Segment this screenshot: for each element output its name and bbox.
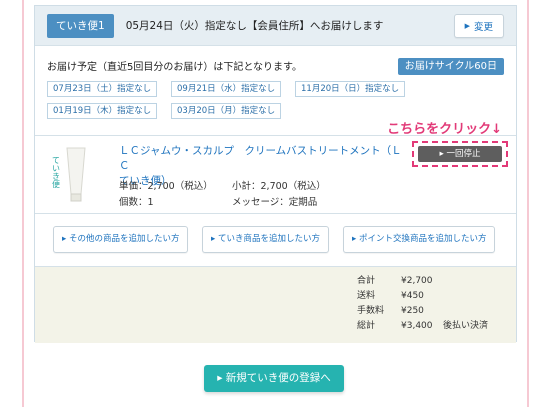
quantity: 個数：1 xyxy=(119,197,154,208)
grand-total-label: 総計 xyxy=(357,321,376,331)
add-point-product-button[interactable]: ▸ ポイント交換商品を追加したい方 xyxy=(343,226,496,253)
schedule-date-chip: 07月23日（土）指定なし xyxy=(47,81,158,97)
subtotal: 小計：2,700（税込） xyxy=(232,181,326,192)
payment-method: 後払い決済 xyxy=(443,321,489,331)
caret-right-icon: ▸ xyxy=(211,234,218,244)
grand-total-value: ¥3,400 xyxy=(401,321,433,331)
change-button-label: 変更 xyxy=(473,21,493,33)
total-label: 合計 xyxy=(357,276,376,286)
cycle-badge: お届けサイクル60日 xyxy=(397,58,504,75)
delivery-tag: ていき便1 xyxy=(47,13,114,38)
add-products-row: ▸ その他の商品を追加したい方 ▸ ていき商品を追加したい方 ▸ ポイント交換商… xyxy=(35,214,516,267)
add-point-product-label: ポイント交換商品を追加したい方 xyxy=(358,234,487,244)
add-other-product-label: その他の商品を追加したい方 xyxy=(68,234,180,244)
pink-frame-right xyxy=(527,0,529,407)
grand-total-row: 総計 ¥3,400 後払い決済 xyxy=(357,318,488,331)
add-regular-product-label: ていき商品を追加したい方 xyxy=(217,234,320,244)
pause-highlight-frame: ▸ 一回停止 xyxy=(412,141,508,167)
product-message: メッセージ：定期品 xyxy=(232,197,318,208)
fee-label: 手数料 xyxy=(357,306,385,316)
product-row: ていき便 ＬＣジャムウ・スカルプ クリームバストリートメント（ＬＣ ていき便） … xyxy=(35,136,516,214)
pink-frame-left xyxy=(22,0,24,407)
total-row: 合計 ¥2,700 xyxy=(357,273,443,286)
shipping-row: 送料 ¥450 xyxy=(357,288,443,301)
total-value: ¥2,700 xyxy=(401,276,433,286)
product-subtotal-info: 小計：2,700（税込） メッセージ：定期品 xyxy=(232,179,326,211)
pause-once-label: 一回停止 xyxy=(446,149,481,159)
schedule-date-chip: 09月21日（水）指定なし xyxy=(171,81,282,97)
product-price-info: 単価：2,700（税込） 個数：1 xyxy=(119,179,213,211)
shipping-value: ¥450 xyxy=(401,291,424,301)
unit-price: 単価：2,700（税込） xyxy=(119,181,213,192)
caret-right-icon: ▸ xyxy=(217,372,226,384)
delivery-header: ていき便1 05月24日（火）指定なし【会員住所】へお届けします ▶ 変更 xyxy=(35,6,516,46)
product-name-line1: ＬＣジャムウ・スカルプ クリームバストリートメント（ＬＣ xyxy=(119,145,402,172)
product-tube-image: ていき便 xyxy=(47,144,91,204)
schedule-date-chip: 11月20日（日）指定なし xyxy=(295,81,406,97)
caret-right-icon: ▶ xyxy=(464,21,470,30)
delivery-card: ていき便1 05月24日（火）指定なし【会員住所】へお届けします ▶ 変更 お届… xyxy=(34,5,517,343)
totals-section: 合計 ¥2,700 送料 ¥450 手数料 ¥250 総計 ¥3,400 後払い決済 xyxy=(35,267,516,343)
product-image-label: ていき便 xyxy=(52,156,61,189)
schedule-section: お届け予定（直近5回目分のお届け）は下記となります。 お届けサイクル60日 07… xyxy=(35,46,516,137)
fee-value: ¥250 xyxy=(401,306,424,316)
add-other-product-button[interactable]: ▸ その他の商品を追加したい方 xyxy=(53,226,189,253)
change-button[interactable]: ▶ 変更 xyxy=(453,13,504,38)
shipping-label: 送料 xyxy=(357,291,376,301)
schedule-date-chip: 03月20日（月）指定なし xyxy=(171,103,282,119)
delivery-date-text: 05月24日（火）指定なし【会員住所】へお届けします xyxy=(125,20,384,32)
register-new-delivery-button[interactable]: ▸ 新規ていき便の登録へ xyxy=(204,365,344,392)
fee-row: 手数料 ¥250 xyxy=(357,303,443,316)
caret-right-icon: ▸ xyxy=(352,234,359,244)
register-new-delivery-label: 新規ていき便の登録へ xyxy=(225,372,331,384)
schedule-date-chip: 01月19日（木）指定なし xyxy=(47,103,158,119)
click-here-annotation: こちらをクリック↓ xyxy=(387,122,502,137)
caret-right-icon: ▸ xyxy=(62,234,69,244)
pause-once-button[interactable]: ▸ 一回停止 xyxy=(418,146,502,162)
add-regular-product-button[interactable]: ▸ ていき商品を追加したい方 xyxy=(202,226,329,253)
